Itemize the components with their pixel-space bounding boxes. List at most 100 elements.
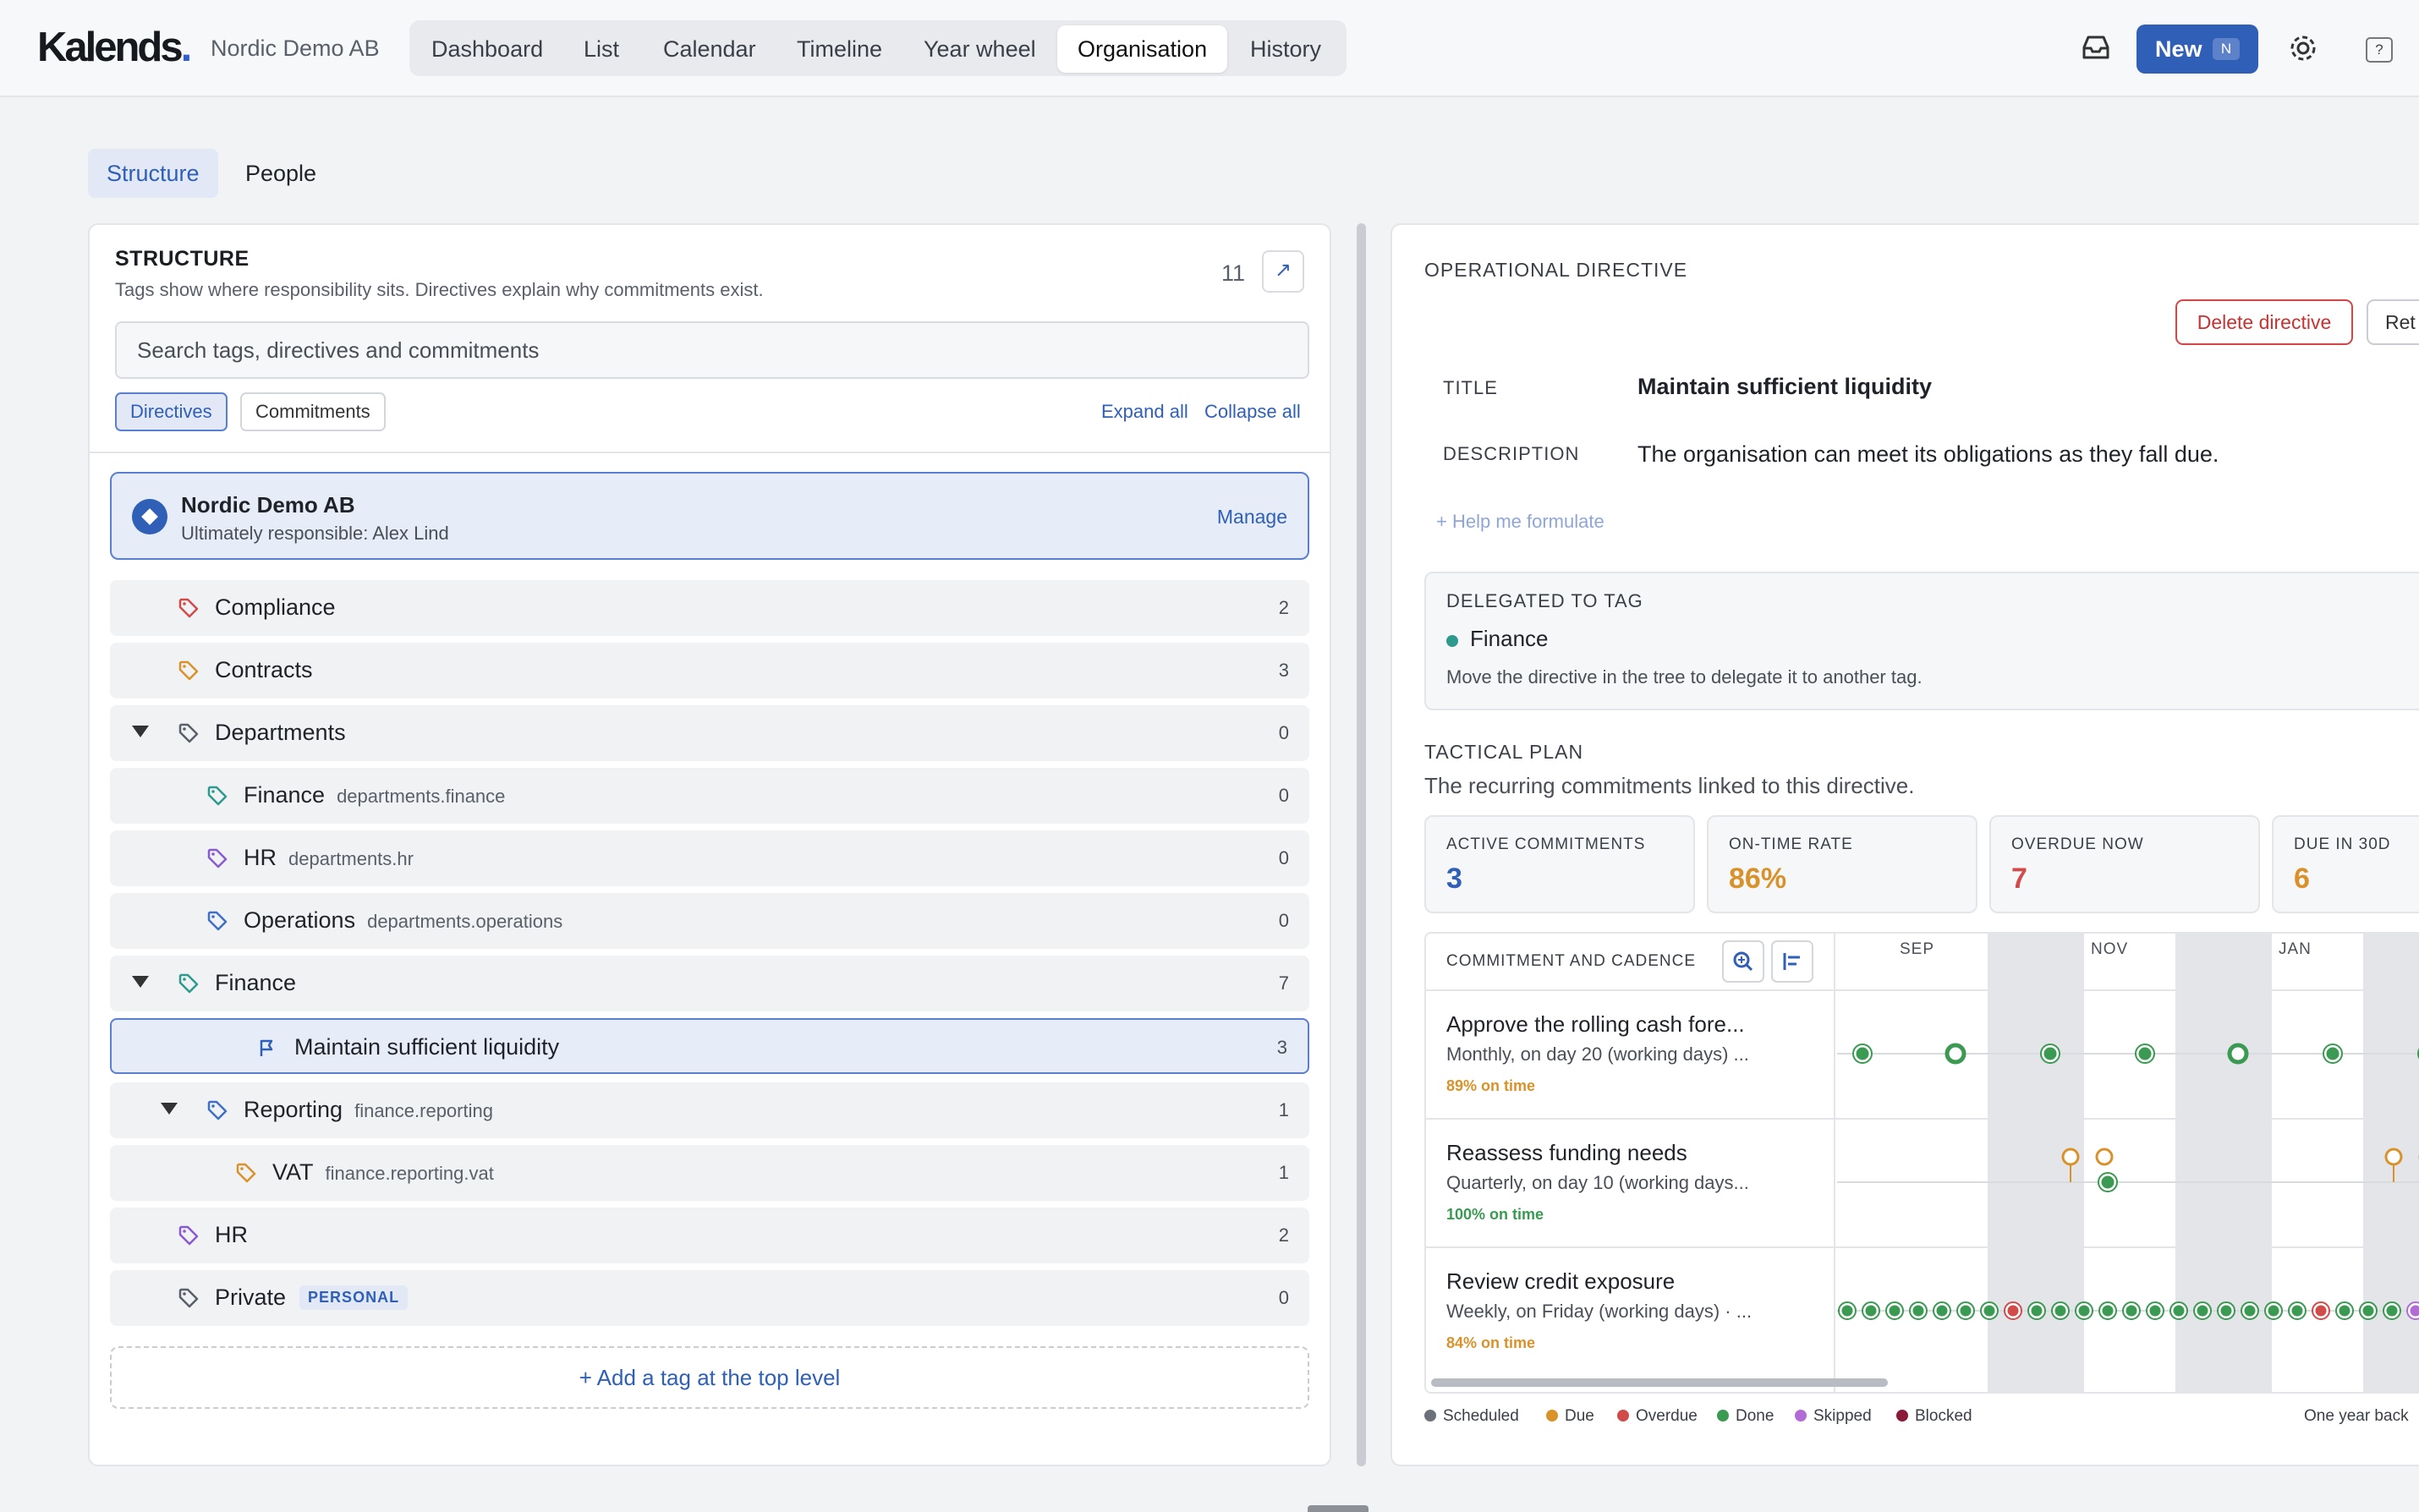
- tag-icon: [178, 1288, 199, 1308]
- occurrence-dot: [2312, 1302, 2329, 1319]
- tag-row[interactable]: Finance departments.finance 0: [110, 768, 1309, 824]
- row-label: Contracts: [215, 657, 313, 682]
- nav-history[interactable]: History: [1230, 25, 1341, 73]
- caret-down-icon[interactable]: [161, 1103, 178, 1115]
- row-label: Finance: [215, 970, 297, 995]
- panel-resize-handle[interactable]: [1357, 223, 1366, 1466]
- timeline-scrollbar[interactable]: [1431, 1378, 1888, 1387]
- inbox-icon[interactable]: [2081, 34, 2111, 61]
- nav-timeline[interactable]: Timeline: [776, 25, 902, 73]
- legend-dot: [1546, 1410, 1558, 1422]
- row-label: Finance departments.finance: [244, 782, 506, 808]
- zoom-icon[interactable]: [1722, 940, 1764, 983]
- tag-row[interactable]: Reporting finance.reporting 1: [110, 1082, 1309, 1138]
- tag-row[interactable]: HR 2: [110, 1208, 1309, 1263]
- caret-down-icon[interactable]: [132, 726, 149, 737]
- commitment-title[interactable]: Reassess funding needs: [1446, 1140, 1687, 1166]
- nav-calendar[interactable]: Calendar: [643, 25, 776, 73]
- tab-people[interactable]: People: [227, 149, 335, 198]
- tag-row[interactable]: Compliance 2: [110, 580, 1309, 636]
- open-external-button[interactable]: ↗: [1262, 250, 1304, 293]
- tag-row[interactable]: HR departments.hr 0: [110, 830, 1309, 886]
- occurrence-dot: [1910, 1302, 1927, 1319]
- nav-dashboard[interactable]: Dashboard: [411, 25, 563, 73]
- nav-list[interactable]: List: [563, 25, 639, 73]
- tag-icon: [207, 911, 228, 931]
- help-icon[interactable]: ?: [2366, 37, 2393, 63]
- root-org-card[interactable]: Nordic Demo AB Ultimately responsible: A…: [110, 472, 1309, 560]
- delete-directive-button[interactable]: Delete directive: [2175, 299, 2353, 345]
- tag-icon: [207, 848, 228, 868]
- tab-structure[interactable]: Structure: [88, 149, 218, 198]
- tactical-plan-subtitle: The recurring commitments linked to this…: [1424, 773, 1915, 798]
- align-left-icon[interactable]: [1771, 940, 1813, 983]
- tag-row[interactable]: Contracts 3: [110, 643, 1309, 698]
- row-label: Reporting finance.reporting: [244, 1097, 493, 1122]
- expand-all-link[interactable]: Expand all: [1101, 401, 1188, 423]
- manage-link[interactable]: Manage: [1217, 506, 1287, 529]
- occurrence-dot: [2147, 1302, 2164, 1319]
- root-title: Nordic Demo AB: [181, 492, 355, 518]
- row-label: Private PERSONAL: [215, 1285, 409, 1311]
- help-me-formulate-link[interactable]: + Help me formulate: [1436, 511, 1604, 533]
- delegated-note: Move the directive in the tree to delega…: [1446, 666, 1923, 688]
- commitment-rate: 89% on time: [1446, 1077, 1536, 1094]
- structure-count: 11: [1221, 260, 1246, 286]
- search-input[interactable]: [115, 321, 1309, 379]
- tag-row[interactable]: VAT finance.reporting.vat 1: [110, 1145, 1309, 1201]
- tag-icon: [207, 786, 228, 806]
- commitment-title[interactable]: Approve the rolling cash fore...: [1446, 1011, 1745, 1038]
- legend-dot: [1424, 1410, 1436, 1422]
- new-button[interactable]: New N: [2137, 25, 2258, 74]
- filter-directives[interactable]: Directives: [115, 392, 228, 431]
- directive-header: OPERATIONAL DIRECTIVE: [1424, 259, 1688, 281]
- occurrence-dot: [1839, 1302, 1856, 1319]
- row-count: 0: [1278, 722, 1289, 743]
- occurrence-dot: [2194, 1302, 2211, 1319]
- legend-item: Skipped: [1795, 1407, 1872, 1426]
- kpi-active-commitments: ACTIVE COMMITMENTS 3: [1424, 815, 1695, 913]
- row-count: 0: [1278, 910, 1289, 931]
- row-label: HR: [215, 1222, 248, 1247]
- kpi-label: OVERDUE NOW: [2011, 835, 2144, 853]
- nav-year-wheel[interactable]: Year wheel: [903, 25, 1056, 73]
- commitment-rate: 84% on time: [1446, 1334, 1536, 1351]
- gear-icon[interactable]: [2287, 32, 2319, 64]
- tag-icon: [178, 660, 199, 681]
- occurrence-dot: [2336, 1302, 2353, 1319]
- structure-title: STRUCTURE: [115, 247, 250, 271]
- retire-button[interactable]: Ret: [2367, 299, 2419, 345]
- legend-dot: [1717, 1410, 1729, 1422]
- kpi-label: ON-TIME RATE: [1729, 835, 1853, 853]
- row-count: 1: [1278, 1099, 1289, 1120]
- nav-organisation[interactable]: Organisation: [1057, 25, 1228, 73]
- kpi-on-time-rate: ON-TIME RATE 86%: [1707, 815, 1977, 913]
- delegated-to-tag-card: DELEGATED TO TAG Finance Move the direct…: [1424, 572, 2419, 710]
- row-label: Maintain sufficient liquidity: [294, 1034, 560, 1060]
- commitment-title[interactable]: Review credit exposure: [1446, 1268, 1675, 1295]
- tag-row[interactable]: Private PERSONAL 0: [110, 1270, 1309, 1326]
- commitment-cadence: Monthly, on day 20 (working days) ...: [1446, 1044, 1749, 1065]
- tag-icon: [178, 1225, 199, 1246]
- occurrence-dot: [1886, 1302, 1903, 1319]
- drag-handle[interactable]: [1308, 1505, 1369, 1512]
- top-bar: Kalends. Nordic Demo AB Dashboard List C…: [0, 0, 2419, 97]
- directive-row[interactable]: Maintain sufficient liquidity 3: [110, 1018, 1309, 1074]
- tag-row[interactable]: Operations departments.operations 0: [110, 893, 1309, 949]
- collapse-all-link[interactable]: Collapse all: [1204, 401, 1301, 423]
- caret-down-icon[interactable]: [132, 976, 149, 988]
- tag-row[interactable]: Finance 7: [110, 956, 1309, 1011]
- directive-title[interactable]: Maintain sufficient liquidity: [1637, 374, 1932, 400]
- filter-commitments[interactable]: Commitments: [240, 392, 386, 431]
- delegated-label: DELEGATED TO TAG: [1446, 590, 1643, 611]
- occurrence-dot: [2289, 1302, 2306, 1319]
- add-top-level-tag-button[interactable]: + Add a tag at the top level: [110, 1346, 1309, 1409]
- delegated-tag: Finance: [1470, 626, 1549, 651]
- app-logo[interactable]: Kalends.: [37, 24, 192, 71]
- directive-description[interactable]: The organisation can meet its obligation…: [1637, 441, 2219, 468]
- tag-row[interactable]: Departments 0: [110, 705, 1309, 761]
- row-count: 3: [1278, 660, 1289, 681]
- tactical-plan-label: TACTICAL PLAN: [1424, 741, 1584, 763]
- legend-item: Due: [1546, 1407, 1594, 1426]
- occurrence-dot: [1981, 1302, 1998, 1319]
